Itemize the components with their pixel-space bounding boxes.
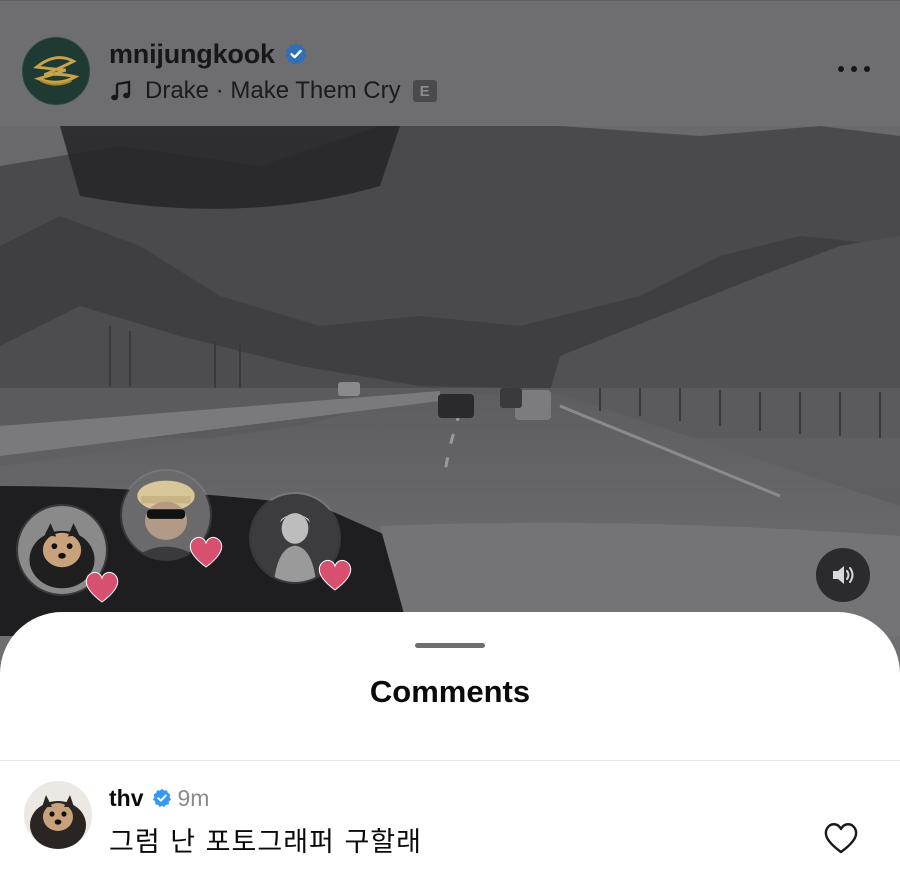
comments-sheet: Comments thv 9m 그럼 난 포토그래퍼 구할래 [0, 612, 900, 871]
verified-icon [152, 788, 172, 808]
more-dot [864, 66, 870, 72]
heart-reaction-icon [84, 570, 120, 604]
reaction-portrait [249, 492, 357, 592]
reaction-hat [120, 469, 228, 569]
more-dot [838, 66, 844, 72]
heart-outline-icon [824, 823, 858, 854]
profile-avatar[interactable] [22, 37, 90, 105]
heart-reaction-icon [317, 558, 353, 592]
comment-like-button[interactable] [822, 821, 860, 855]
profile-avatar-image [23, 38, 89, 104]
comment-username[interactable]: thv [109, 785, 144, 812]
music-track-text: Drake · Make Them Cry [145, 77, 401, 104]
reaction-dog [16, 504, 124, 604]
sheet-drag-handle[interactable] [415, 643, 485, 648]
post-screen: mnijungkook Drake · Make Them Cry E Comm… [0, 0, 900, 871]
post-header: mnijungkook Drake · Make Them Cry E [0, 0, 900, 126]
verified-icon [284, 42, 308, 66]
speaker-sound-icon [833, 566, 854, 584]
heart-reaction-icon [188, 535, 224, 569]
video-player[interactable] [0, 126, 900, 636]
username-row: mnijungkook [109, 37, 308, 71]
music-row[interactable]: Drake · Make Them Cry E [109, 75, 437, 107]
explicit-badge: E [412, 80, 437, 102]
comment-meta: thv 9m [109, 783, 209, 813]
comment-timestamp: 9m [177, 784, 210, 811]
sheet-title: Comments [369, 674, 531, 709]
more-options-icon[interactable] [830, 55, 878, 83]
more-dot [851, 66, 857, 72]
comment-text: 그럼 난 포토그래퍼 구할래 [109, 827, 422, 858]
post-username[interactable]: mnijungkook [109, 39, 275, 70]
divider [0, 760, 900, 761]
sound-toggle-button[interactable] [816, 548, 870, 602]
comment-avatar[interactable] [24, 781, 92, 849]
music-note-icon [109, 79, 133, 103]
